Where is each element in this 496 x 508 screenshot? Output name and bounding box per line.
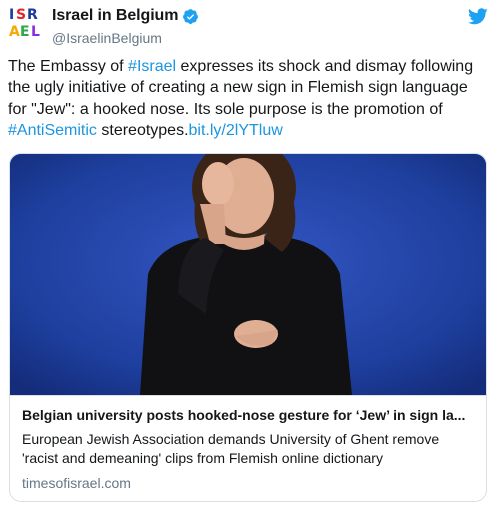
tweet: I S R A E L Israel in Belgium @IsraelinB… <box>0 0 496 508</box>
svg-text:L: L <box>31 24 40 40</box>
israel-logo-icon[interactable]: I S R A E L <box>8 4 44 40</box>
svg-text:R: R <box>27 7 38 23</box>
tweet-text-part: The Embassy of <box>8 58 129 75</box>
card-description: European Jewish Association demands Univ… <box>22 431 440 466</box>
verified-badge-icon <box>182 8 199 25</box>
card-domain: timesofisrael.com <box>22 475 131 491</box>
svg-text:I: I <box>9 7 14 23</box>
svg-text:S: S <box>16 7 26 23</box>
card-title[interactable]: Belgian university posts hooked-nose ges… <box>22 406 474 424</box>
tweet-author: Israel in Belgium @IsraelinBelgium <box>52 6 199 46</box>
card-image[interactable] <box>10 154 486 395</box>
twitter-bird-icon[interactable] <box>468 8 488 25</box>
card-info[interactable]: Belgian university posts hooked-nose ges… <box>10 395 486 501</box>
shortened-url-link[interactable]: bit.ly/2lYTluw <box>189 122 283 139</box>
hashtag-israel-link[interactable]: #Israel <box>128 58 176 75</box>
svg-text:E: E <box>20 24 30 40</box>
hashtag-antisemitic-link[interactable]: #AntiSemitic <box>8 122 97 139</box>
svg-text:A: A <box>9 24 20 40</box>
author-handle[interactable]: @IsraelinBelgium <box>52 30 199 46</box>
display-name[interactable]: Israel in Belgium <box>52 7 178 25</box>
tweet-text: The Embassy of #Israel expresses its sho… <box>8 56 490 142</box>
link-preview-card[interactable]: Belgian university posts hooked-nose ges… <box>9 153 487 502</box>
tweet-text-part: stereotypes. <box>96 122 189 140</box>
